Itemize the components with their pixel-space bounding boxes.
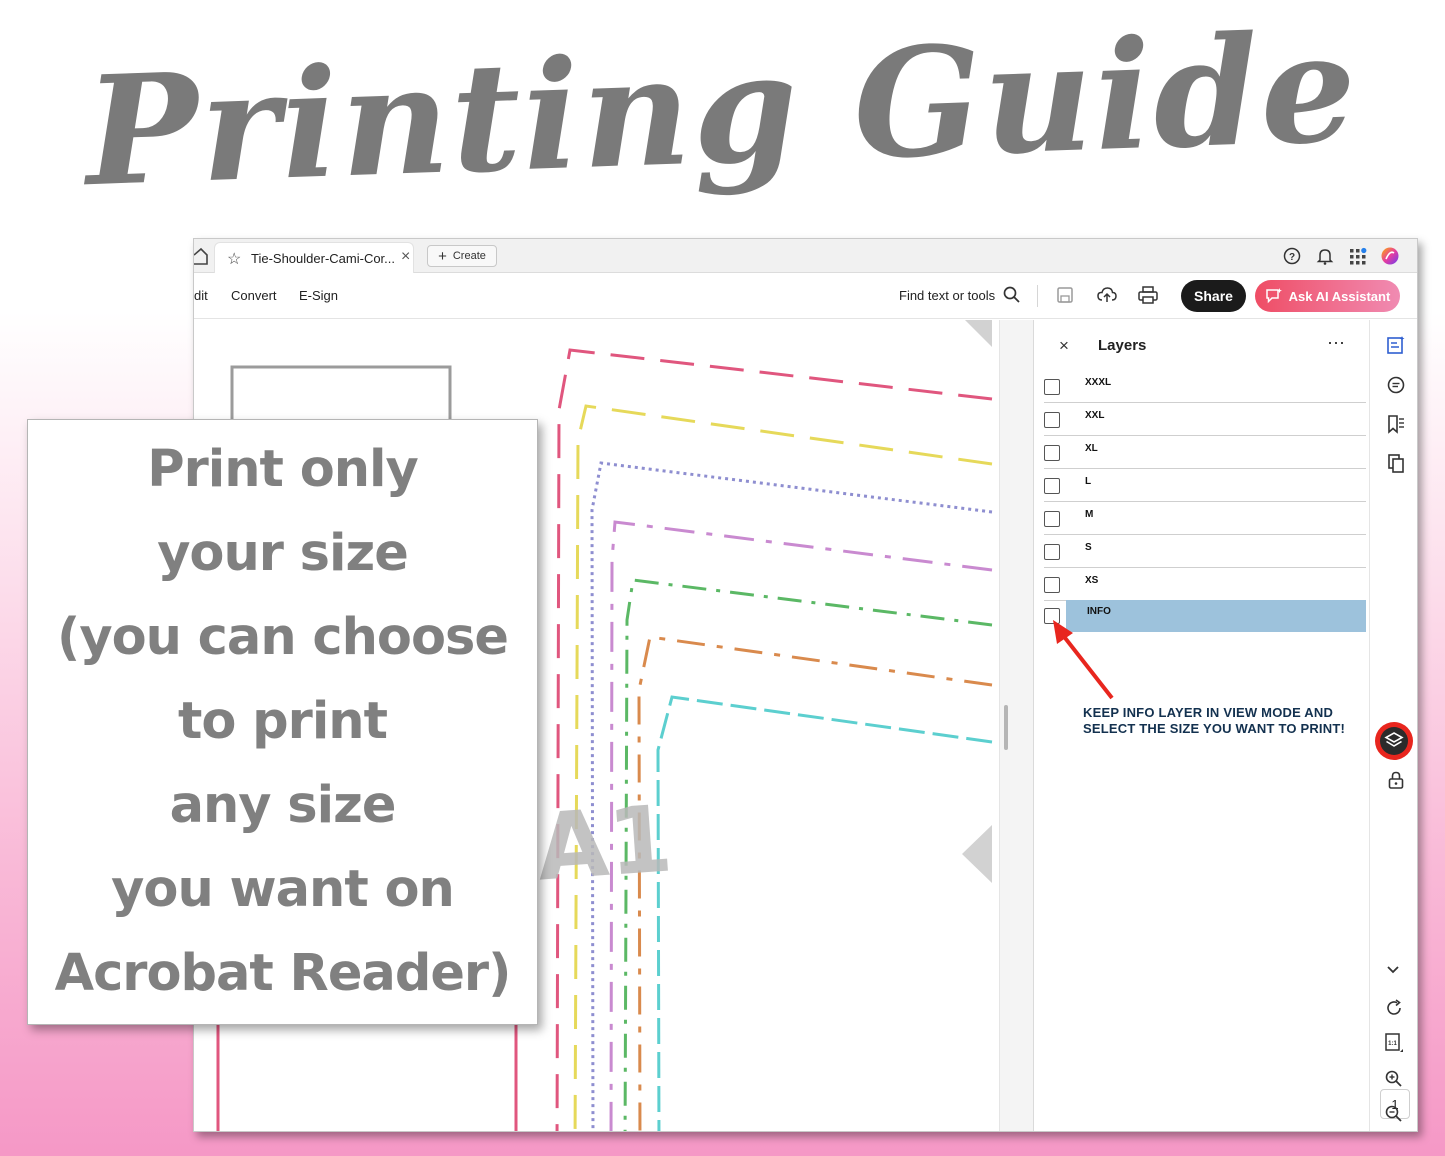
callout-line: to print xyxy=(178,692,388,751)
layer-name: XL xyxy=(1085,443,1098,454)
svg-text:1:1: 1:1 xyxy=(1388,1041,1397,1047)
actual-size-icon[interactable]: 1:1 xyxy=(1383,1032,1405,1054)
menu-convert[interactable]: Convert xyxy=(231,288,277,303)
star-icon[interactable]: ☆ xyxy=(227,249,241,269)
tab-bar: ☆ Tie-Shoulder-Cami-Cor... × + Create ? xyxy=(194,239,1417,273)
layer-row-xxl[interactable]: XXL xyxy=(1044,404,1366,436)
layer-name: M xyxy=(1085,509,1094,520)
callout-line: any size xyxy=(169,776,397,835)
callout-line: your size xyxy=(157,524,409,583)
pattern-info-box xyxy=(230,365,452,429)
callout-line: you want on xyxy=(111,860,455,919)
zoom-in-icon[interactable] xyxy=(1384,1069,1404,1089)
create-button[interactable]: + Create xyxy=(427,245,497,267)
layer-name: XS xyxy=(1085,575,1099,586)
layer-row-s[interactable]: S xyxy=(1044,536,1366,568)
ai-chat-icon xyxy=(1265,288,1282,304)
print-icon[interactable] xyxy=(1137,285,1159,305)
ask-ai-assistant-button[interactable]: Ask AI Assistant xyxy=(1255,280,1400,312)
plus-icon: + xyxy=(438,247,447,265)
panel-splitter[interactable] xyxy=(999,320,1034,1131)
layer-row-xxxl[interactable]: XXXL xyxy=(1044,371,1366,403)
toolbar-divider xyxy=(1037,285,1038,307)
edit-pdf-icon[interactable] xyxy=(1385,334,1407,356)
callout-line: (you can choose xyxy=(57,608,509,667)
home-icon[interactable] xyxy=(194,246,208,266)
page-label: A1 xyxy=(533,785,676,902)
menu-esign[interactable]: E-Sign xyxy=(299,288,338,303)
layer-row-xl[interactable]: XL xyxy=(1044,437,1366,469)
apps-icon[interactable] xyxy=(1348,246,1368,266)
eye-icon[interactable] xyxy=(1044,544,1060,560)
eye-icon[interactable] xyxy=(1044,478,1060,494)
callout-line: Acrobat Reader) xyxy=(54,944,512,1003)
page-notch-marker xyxy=(962,825,992,883)
eye-icon[interactable] xyxy=(1044,511,1060,527)
layer-row-l[interactable]: L xyxy=(1044,470,1366,502)
layers-icon[interactable] xyxy=(1378,725,1410,757)
creative-cloud-icon[interactable] xyxy=(1380,246,1400,266)
chevron-down-icon[interactable] xyxy=(1384,960,1402,978)
find-tools-label[interactable]: Find text or tools xyxy=(899,288,995,303)
save-icon[interactable] xyxy=(1055,285,1075,305)
create-label: Create xyxy=(452,250,486,262)
cut-line-xxl xyxy=(573,404,993,1131)
svg-text:?: ? xyxy=(1289,252,1295,263)
instruction-note: KEEP INFO LAYER IN VIEW MODE AND SELECT … xyxy=(1083,705,1346,736)
layer-name: XXL xyxy=(1085,410,1105,421)
main-toolbar: dit Convert E-Sign Find text or tools Sh… xyxy=(194,274,1417,319)
menu-edit[interactable]: dit xyxy=(194,288,208,303)
splitter-handle[interactable] xyxy=(1004,705,1008,750)
eye-icon[interactable] xyxy=(1044,445,1060,461)
share-button[interactable]: Share xyxy=(1181,280,1246,312)
lock-icon[interactable] xyxy=(1385,769,1407,791)
layer-name: S xyxy=(1085,542,1092,553)
cut-line-s xyxy=(637,635,993,1131)
cut-line-xxxl xyxy=(555,348,993,1131)
zoom-out-icon[interactable] xyxy=(1384,1104,1404,1124)
eye-icon[interactable] xyxy=(1044,379,1060,395)
close-icon[interactable]: × xyxy=(401,248,410,266)
search-icon[interactable] xyxy=(1002,285,1022,305)
cut-line-xs xyxy=(656,695,993,1131)
tab-title: Tie-Shoulder-Cami-Cor... xyxy=(251,251,396,266)
pages-icon[interactable] xyxy=(1385,452,1407,474)
cut-line-m xyxy=(623,578,993,1131)
document-tab[interactable]: ☆ Tie-Shoulder-Cami-Cor... × xyxy=(214,242,414,273)
page-fold-marker xyxy=(965,320,992,347)
bell-icon[interactable] xyxy=(1315,246,1335,266)
layer-name: L xyxy=(1085,476,1092,487)
layer-row-m[interactable]: M xyxy=(1044,503,1366,535)
bookmark-icon[interactable] xyxy=(1385,413,1407,435)
page-headline: Printing Guide xyxy=(0,0,1445,260)
cloud-upload-icon[interactable] xyxy=(1096,285,1118,305)
eye-icon[interactable] xyxy=(1044,412,1060,428)
rotate-icon[interactable] xyxy=(1384,998,1404,1018)
help-icon[interactable]: ? xyxy=(1282,246,1302,266)
headline-text: Printing Guide xyxy=(82,0,1361,221)
ask-ai-label: Ask AI Assistant xyxy=(1288,288,1391,304)
instruction-callout-card: Print only your size (you can choose to … xyxy=(27,419,538,1025)
comment-icon[interactable] xyxy=(1385,374,1407,396)
layer-name: XXXL xyxy=(1085,377,1112,388)
eye-icon[interactable] xyxy=(1044,577,1060,593)
callout-line: Print only xyxy=(147,440,419,499)
layer-row-xs[interactable]: XS xyxy=(1044,569,1366,601)
annotation-arrow xyxy=(1053,620,1114,700)
